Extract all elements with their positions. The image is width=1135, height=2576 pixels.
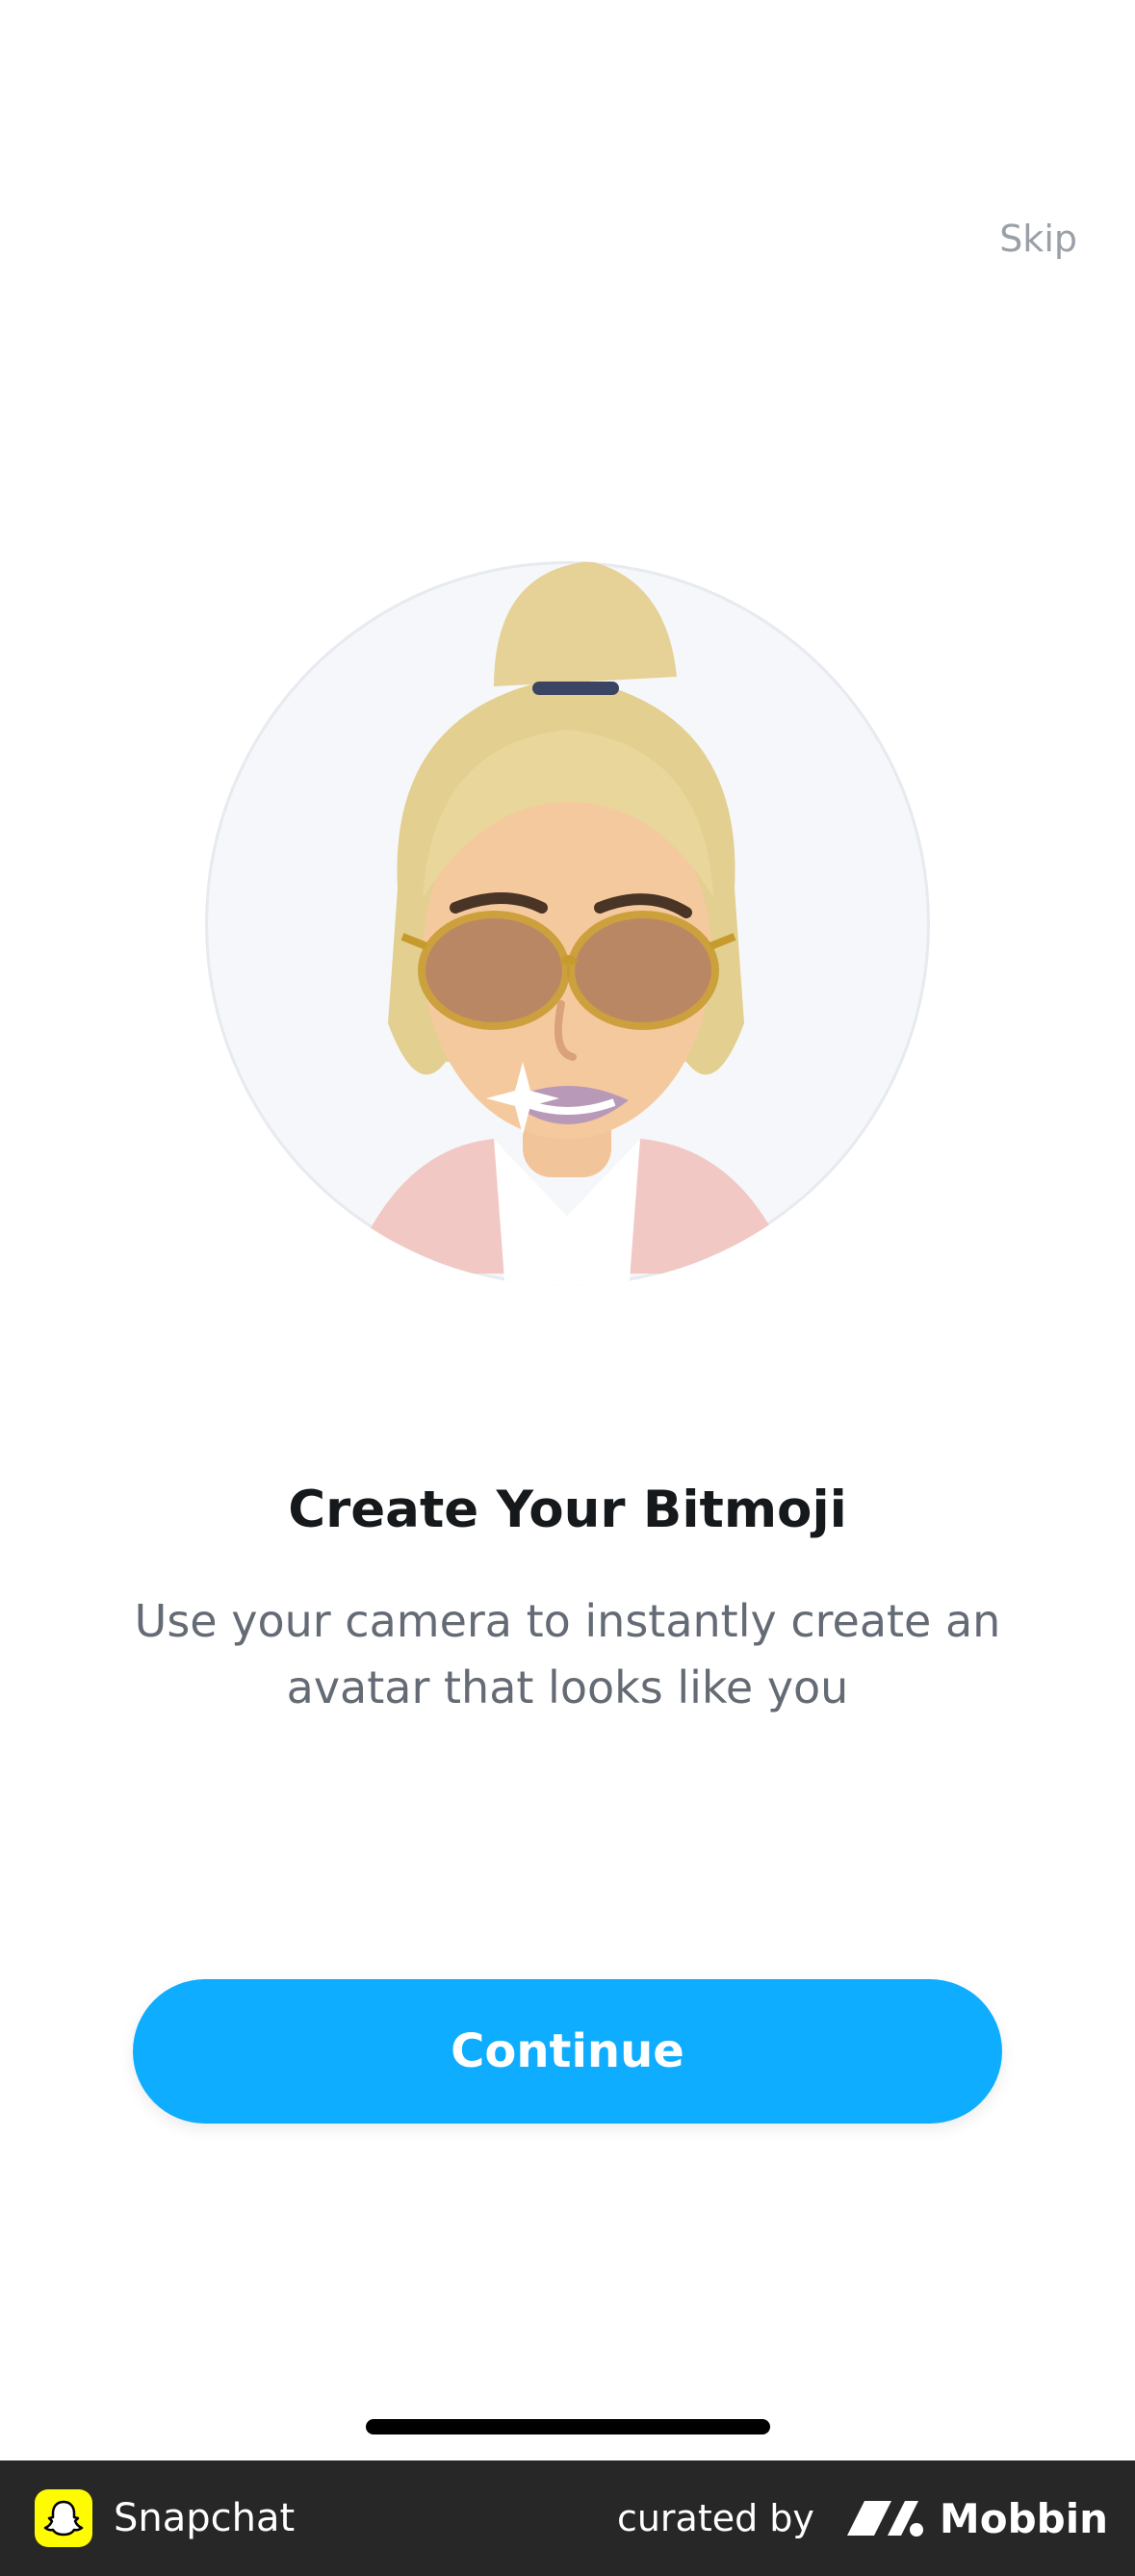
curated-by-label: curated by (616, 2497, 814, 2539)
footer-app-name: Snapchat (114, 2496, 296, 2540)
mobbin-brand: Mobbin (845, 2495, 1108, 2542)
mobbin-logo-icon (846, 2501, 923, 2537)
snapchat-logo-icon (35, 2489, 92, 2547)
bitmoji-avatar-image (205, 561, 930, 1286)
skip-button[interactable]: Skip (999, 218, 1077, 260)
bitmoji-avatar-icon (349, 561, 792, 1286)
continue-button[interactable]: Continue (133, 1979, 1002, 2124)
footer-bar: Snapchat curated by Mobbin (0, 2460, 1135, 2576)
page-subtitle: Use your camera to instantly create an a… (134, 1595, 1001, 1713)
mobbin-label: Mobbin (939, 2494, 1108, 2542)
page-title: Create Your Bitmoji (288, 1481, 847, 1539)
home-indicator (366, 2419, 770, 2434)
